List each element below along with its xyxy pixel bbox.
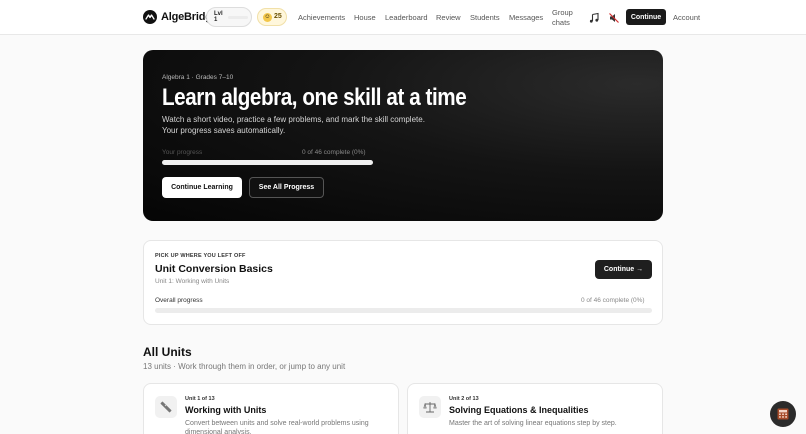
- all-units-subheading: 13 units · Work through them in order, o…: [143, 362, 346, 371]
- resume-continue-button[interactable]: Continue →: [595, 260, 652, 279]
- unit-description: Master the art of solving linear equatio…: [449, 420, 617, 427]
- top-nav: AlgeBridge Lvl 1 ☺ 25 Achievements House…: [0, 0, 806, 35]
- hero-progress-count: 0 of 46 complete (0%): [302, 149, 366, 156]
- unit-title: Solving Equations & Inequalities: [449, 405, 589, 415]
- unit-card[interactable]: Unit 1 of 13 Working with Units Convert …: [143, 383, 399, 434]
- continue-learning-button[interactable]: Continue Learning: [162, 177, 242, 198]
- unit-description: Convert between units and solve real-wor…: [185, 420, 369, 434]
- nav-link-house[interactable]: House: [354, 13, 376, 22]
- nav-link-account[interactable]: Account: [673, 13, 700, 22]
- level-label: Lvl 1: [214, 11, 223, 23]
- hero-progress-bar: [162, 160, 373, 165]
- hero-banner: Algebra 1 · Grades 7–10 Learn algebra, o…: [143, 50, 663, 221]
- coin-count: 25: [274, 13, 282, 20]
- resume-unit-subtitle: Unit 1: Working with Units: [155, 278, 230, 285]
- balance-scale-icon: [419, 396, 441, 418]
- unit-title: Working with Units: [185, 405, 267, 415]
- coin-badge[interactable]: ☺ 25: [257, 8, 287, 26]
- unit-number: Unit 2 of 13: [449, 396, 479, 402]
- resume-eyebrow: PICK UP WHERE YOU LEFT OFF: [155, 253, 246, 259]
- nav-link-group-chats[interactable]: Group chats: [552, 8, 576, 28]
- hero-title: Learn algebra, one skill at a time: [162, 84, 467, 111]
- see-all-progress-button[interactable]: See All Progress: [249, 177, 324, 198]
- nav-link-review[interactable]: Review: [436, 13, 461, 22]
- unit-number: Unit 1 of 13: [185, 396, 215, 402]
- unit-card[interactable]: Unit 2 of 13 Solving Equations & Inequal…: [407, 383, 663, 434]
- hero-description: Watch a short video, practice a few prob…: [162, 115, 425, 124]
- level-xp-bar: [228, 16, 248, 19]
- nav-continue-button[interactable]: Continue: [626, 9, 666, 25]
- overall-progress-label: Overall progress: [155, 297, 203, 304]
- ruler-icon: [155, 396, 177, 418]
- hero-eyebrow: Algebra 1 · Grades 7–10: [162, 74, 234, 81]
- nav-link-messages[interactable]: Messages: [509, 13, 543, 22]
- nav-link-students[interactable]: Students: [470, 13, 500, 22]
- music-note-icon[interactable]: [588, 11, 600, 23]
- all-units-heading: All Units: [143, 345, 192, 359]
- resume-card: PICK UP WHERE YOU LEFT OFF Unit Conversi…: [143, 240, 663, 325]
- sound-off-icon[interactable]: [608, 11, 620, 23]
- level-badge[interactable]: Lvl 1: [206, 7, 252, 27]
- calculator-button[interactable]: [770, 401, 796, 427]
- overall-progress-count: 0 of 46 complete (0%): [581, 297, 645, 304]
- resume-skill-title: Unit Conversion Basics: [155, 263, 273, 275]
- nav-link-leaderboard[interactable]: Leaderboard: [385, 13, 428, 22]
- hero-progress-label: Your progress: [162, 149, 203, 156]
- logo-icon: [143, 10, 157, 24]
- coin-icon: ☺: [263, 13, 272, 22]
- nav-link-achievements[interactable]: Achievements: [298, 13, 345, 22]
- hero-description-autosave: Your progress saves automatically.: [162, 126, 286, 135]
- overall-progress-bar: [155, 308, 652, 313]
